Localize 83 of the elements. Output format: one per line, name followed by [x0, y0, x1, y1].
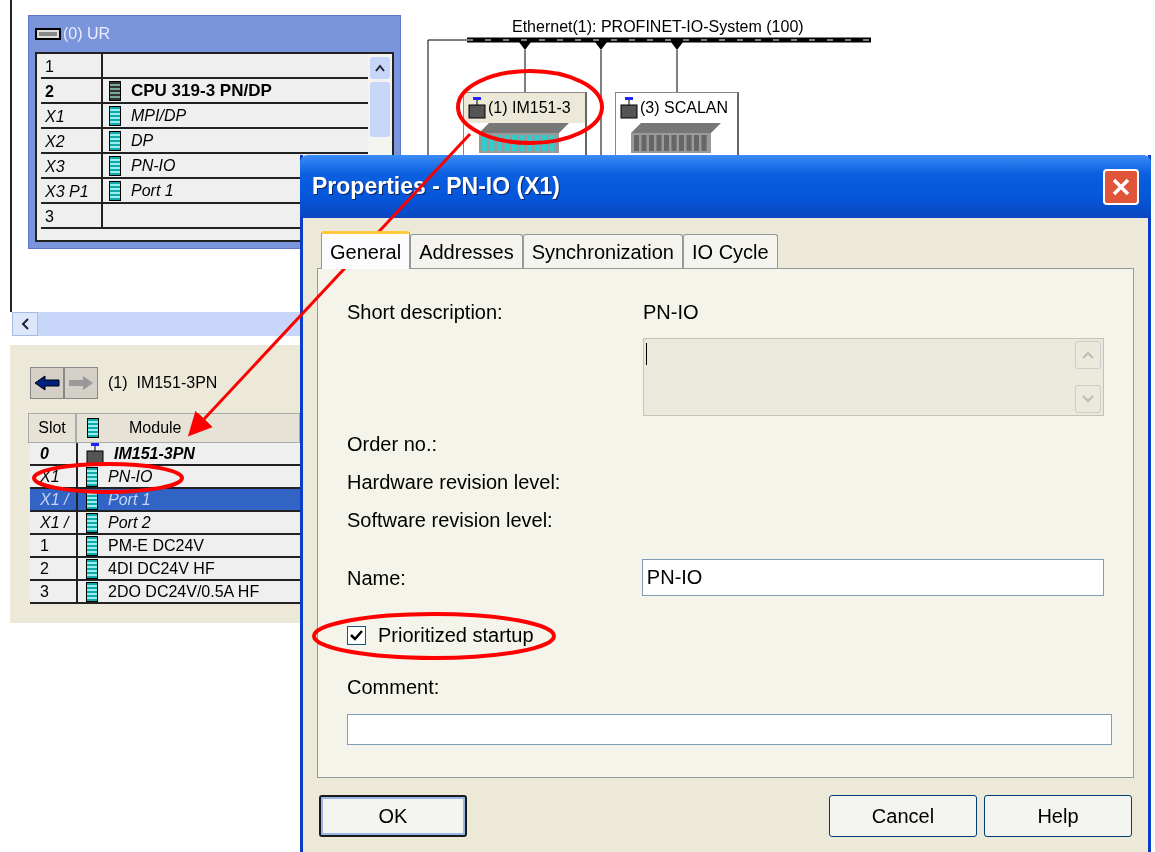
slot-cell: X1 /	[30, 489, 78, 510]
field-label: Software revision level:	[347, 508, 554, 532]
module-cell-text: CPU 319-3 PN/DP	[131, 79, 272, 102]
dialog-button[interactable]: OK	[319, 795, 467, 837]
slot-cell: 2	[30, 558, 78, 579]
module-row[interactable]: 2 4DI DC24V HF	[30, 558, 300, 581]
description-text-area[interactable]	[643, 338, 1104, 416]
module-row[interactable]: X1 / Port 2	[30, 512, 300, 535]
slot-cell: X2	[41, 129, 103, 152]
dialog-button[interactable]: Help	[984, 795, 1132, 837]
scroll-down-icon[interactable]	[1075, 385, 1101, 413]
scroll-up-icon[interactable]	[374, 64, 386, 72]
module-icon	[109, 130, 121, 151]
module-icon	[87, 418, 99, 438]
module-icon	[86, 535, 98, 556]
slot-cell: 0	[30, 443, 78, 464]
slot-cell: 3	[30, 581, 78, 602]
module-cell-text: PN-IO	[131, 155, 176, 176]
dialog-tab[interactable]: Synchronization	[522, 234, 683, 268]
scroll-thumb[interactable]	[370, 82, 390, 137]
module-icon	[86, 512, 98, 533]
module-icon	[86, 466, 98, 487]
comment-field[interactable]	[347, 714, 1112, 745]
module-row[interactable]: 0 IM151-3PN	[30, 443, 300, 466]
device-name: (1) IM151-3	[488, 98, 571, 118]
column-header[interactable]: Slot	[28, 413, 76, 443]
device-icon	[620, 97, 638, 119]
module-cell-text: 2DO DC24V/0.5A HF	[108, 581, 260, 602]
module-cell-text: PN-IO	[108, 466, 153, 487]
slot-cell: 1	[30, 535, 78, 556]
horizontal-scrollbar[interactable]	[12, 312, 300, 336]
module-icon	[86, 558, 98, 579]
field-label: Name:	[347, 565, 407, 591]
dialog-tab[interactable]: IO Cycle	[682, 234, 778, 268]
module-icon	[109, 180, 121, 201]
module-cell-text: Port 2	[108, 512, 151, 533]
checkbox[interactable]	[347, 625, 366, 645]
field-label: Short description:	[347, 300, 504, 325]
dialog-tab[interactable]: Addresses	[410, 234, 523, 268]
module-cell-text: MPI/DP	[131, 105, 187, 126]
back-button[interactable]	[30, 367, 64, 399]
module-cell-text: IM151-3PN	[114, 443, 195, 464]
module-icon	[86, 581, 98, 602]
module-row[interactable]: 3 2DO DC24V/0.5A HF	[30, 581, 300, 604]
device-icon	[86, 442, 104, 465]
column-header[interactable]: Module	[76, 413, 300, 443]
slot-cell: 3	[41, 204, 103, 227]
check-icon	[350, 628, 363, 642]
name-field[interactable]: PN-IO	[641, 559, 1104, 596]
arrow-left-icon	[34, 375, 60, 391]
close-button[interactable]	[1103, 168, 1139, 205]
device-name: (3) SCALAN	[640, 98, 729, 118]
slot-cell: X1	[41, 104, 103, 127]
station-title: (1) IM151-3PN	[108, 373, 218, 393]
close-icon	[1111, 176, 1131, 197]
short-description-value: PN-IO	[643, 300, 699, 325]
slot-cell: X1 /	[30, 512, 78, 533]
module-icon	[109, 105, 121, 126]
field-label: Order no.:	[347, 432, 439, 456]
field-label: Comment:	[347, 675, 441, 700]
rack-icon	[35, 26, 61, 42]
slot-cell: X3	[41, 154, 103, 177]
slot-cell: X3 P1	[41, 179, 103, 202]
slot-cell: 2	[41, 79, 103, 102]
module-row[interactable]: X1 / Port 1	[30, 489, 300, 512]
module-row[interactable]: 1 PM-E DC24V	[30, 535, 300, 558]
module-cell-text: PM-E DC24V	[108, 535, 205, 556]
module-cell-text: Port 1	[131, 180, 174, 201]
device-icon	[468, 97, 486, 119]
module-cell-text: Port 1	[108, 489, 151, 510]
network-label: Ethernet(1): PROFINET-IO-System (100)	[512, 17, 804, 37]
slot-cell: 1	[41, 54, 103, 77]
field-label: Hardware revision level:	[347, 470, 562, 494]
checkbox-label: Prioritized startup	[378, 623, 534, 648]
module-icon	[109, 80, 121, 101]
module-icon	[109, 155, 121, 176]
dialog-button[interactable]: Cancel	[829, 795, 977, 837]
dialog-tab[interactable]: General	[321, 231, 411, 269]
scroll-left-icon[interactable]	[12, 312, 38, 336]
module-cell-text: 4DI DC24V HF	[108, 558, 215, 579]
module-cell-text: DP	[131, 130, 154, 151]
rack-title: (0) UR	[63, 24, 111, 44]
arrow-right-icon	[68, 375, 94, 391]
